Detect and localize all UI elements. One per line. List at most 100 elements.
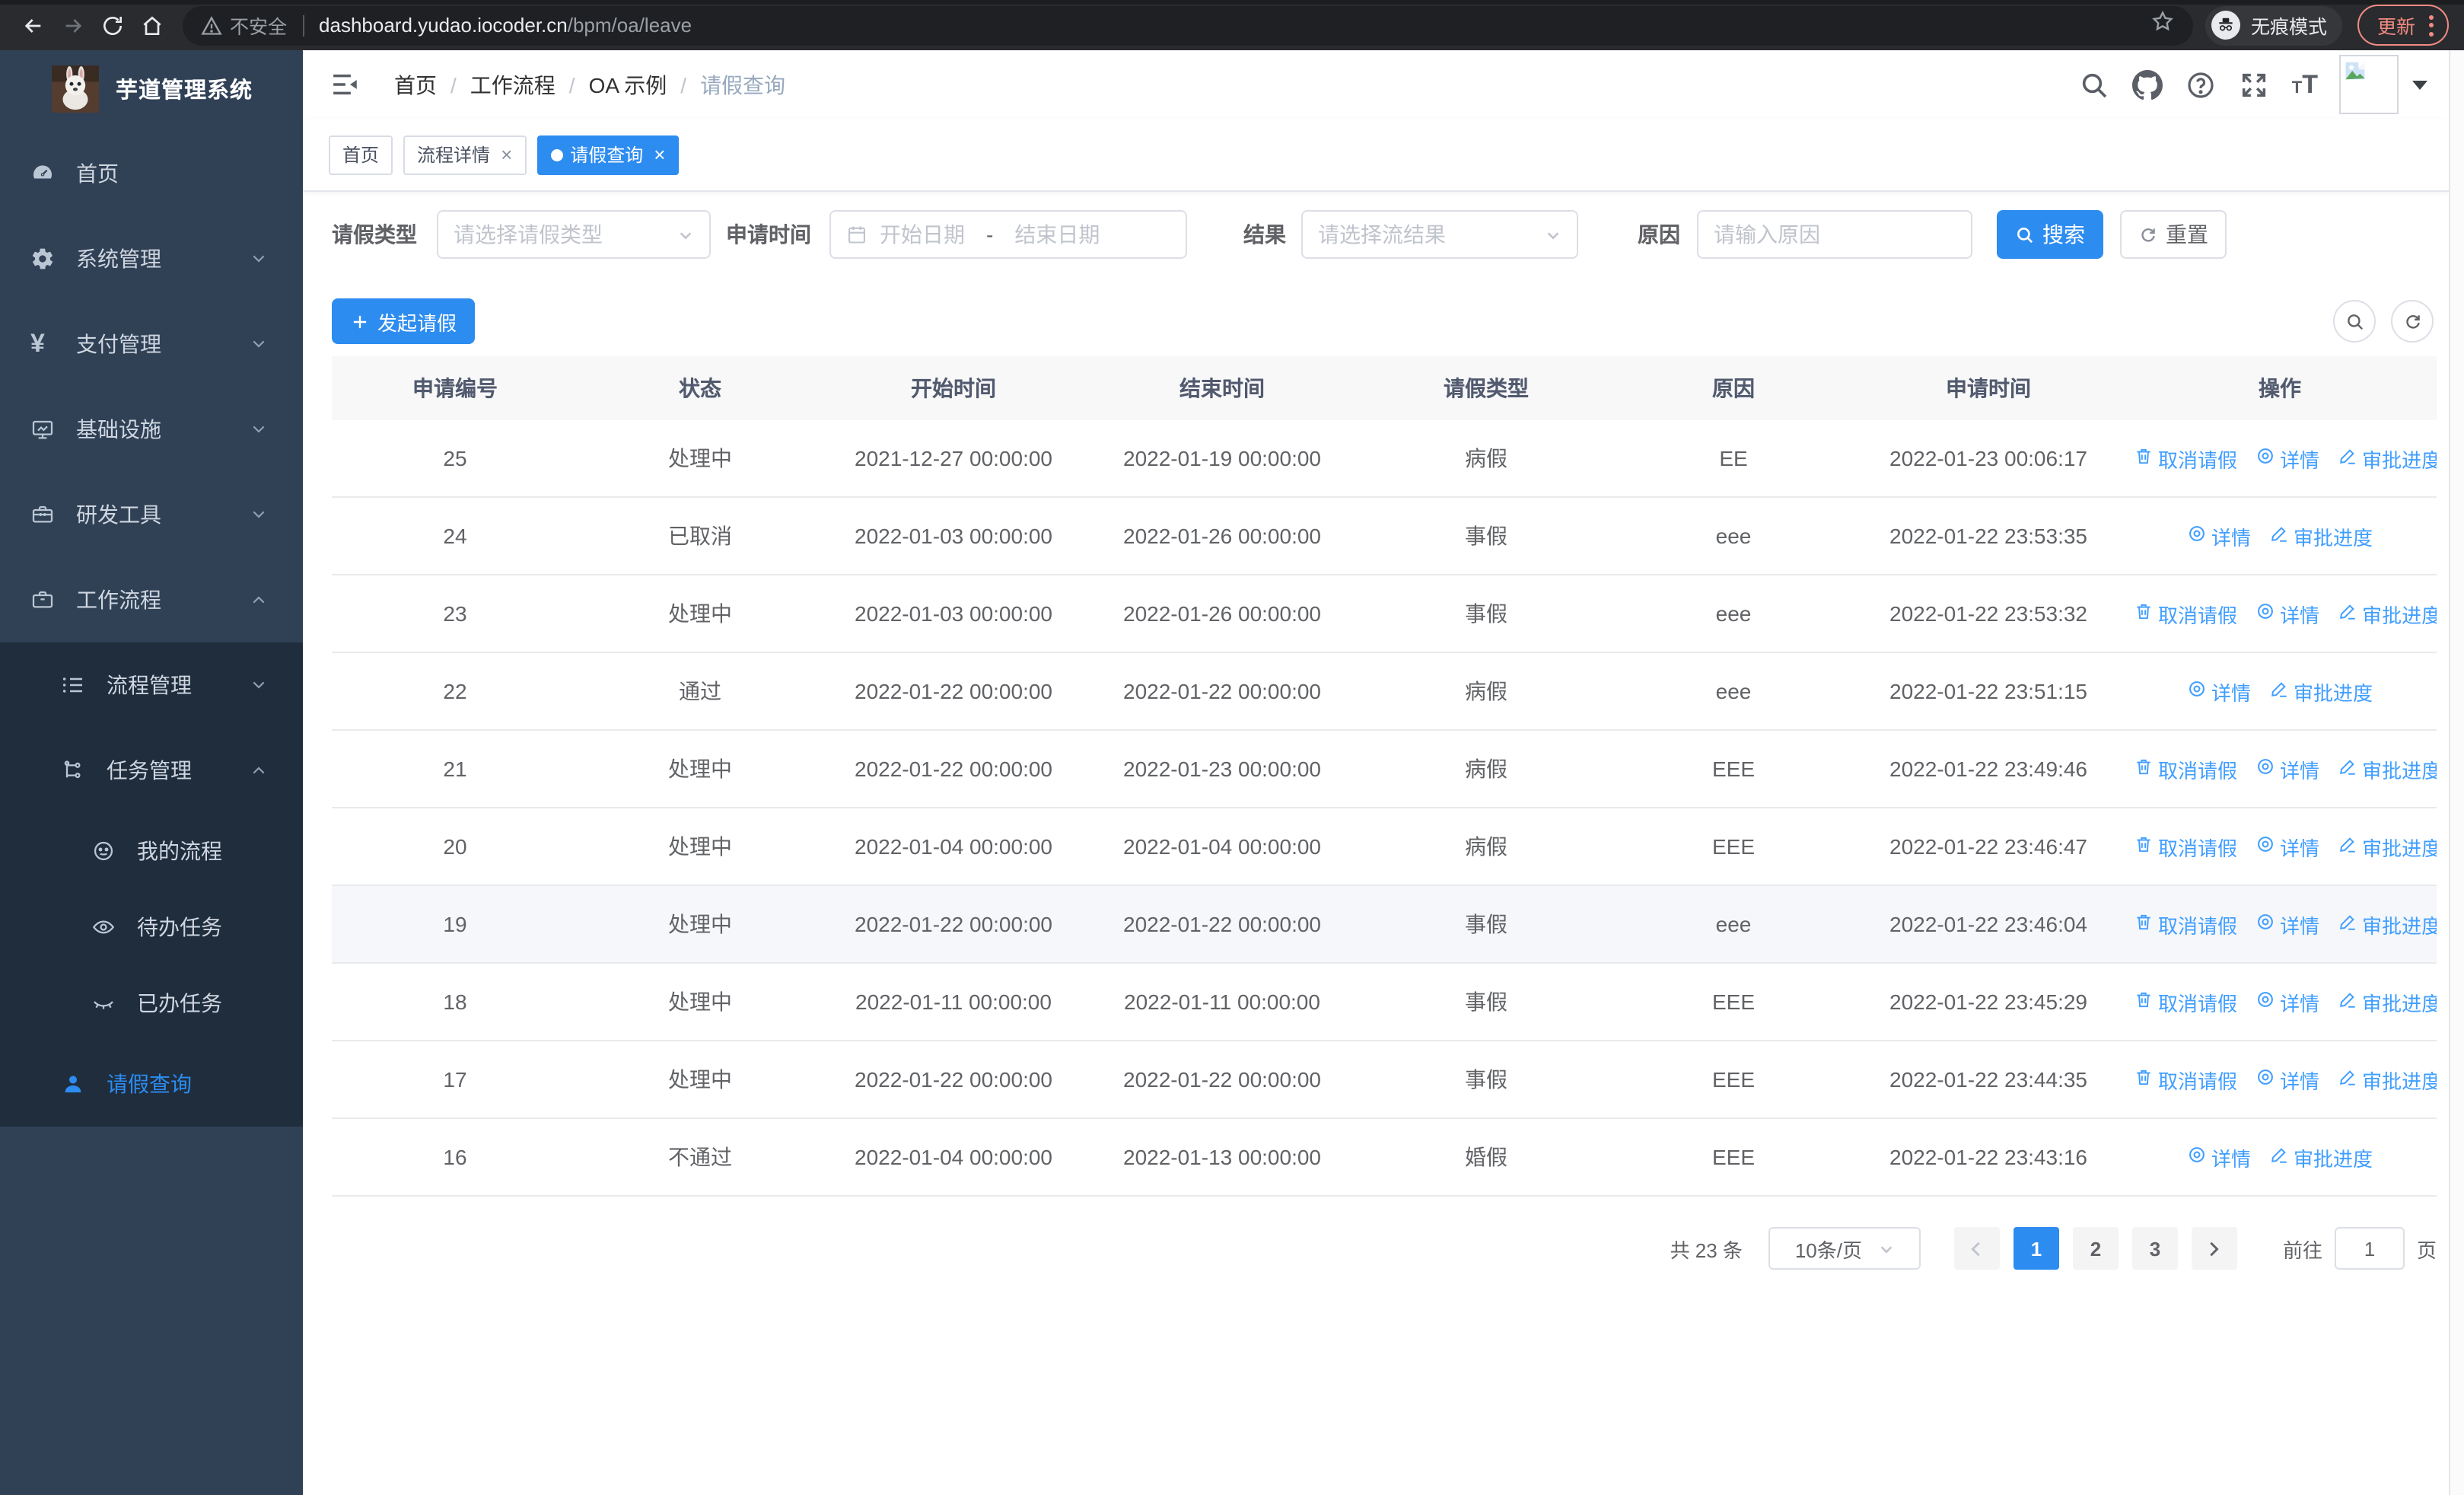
actions-cell: 取消请假 详情 审批进度 [2123, 885, 2437, 964]
column-header: 状态 [578, 356, 822, 420]
app-logo[interactable]: 芋道管理系统 [0, 50, 303, 126]
progress-link[interactable]: 审批进度 [2338, 987, 2437, 1016]
browser-update-button[interactable]: 更新 [2357, 5, 2449, 46]
gear-icon [30, 247, 55, 271]
sidebar-item-dev-tools[interactable]: 研发工具 [0, 472, 303, 557]
end-date-placeholder: 结束日期 [1014, 222, 1100, 247]
sidebar-item-process-management[interactable]: 流程管理 [0, 642, 303, 728]
bookmark-star-icon[interactable] [2150, 9, 2175, 41]
page-size-select[interactable]: 10条/页 [1768, 1227, 1921, 1270]
sidebar-item-payment-management[interactable]: ¥ 支付管理 [0, 301, 303, 387]
chevron-down-icon [251, 336, 266, 352]
progress-link[interactable]: 审批进度 [2338, 599, 2437, 628]
page-button-3[interactable]: 3 [2131, 1227, 2178, 1270]
page-button-1[interactable]: 1 [2013, 1227, 2059, 1270]
github-icon[interactable] [2131, 69, 2163, 100]
detail-link[interactable]: 详情 [2255, 754, 2319, 783]
search-button[interactable]: 搜索 [1997, 210, 2103, 259]
detail-link[interactable]: 详情 [2255, 987, 2319, 1016]
refresh-table-button[interactable] [2391, 300, 2434, 343]
table-row: 17 处理中 2022-01-22 00:00:00 2022-01-22 00:00… [332, 1041, 2437, 1119]
reset-button[interactable]: 重置 [2120, 210, 2227, 259]
sidebar-item-home[interactable]: 首页 [0, 131, 303, 216]
browser-forward-button[interactable] [55, 7, 91, 43]
sidebar-item-leave-query[interactable]: 请假查询 [0, 1041, 303, 1127]
detail-link[interactable]: 详情 [2187, 1143, 2251, 1171]
gauge-icon [30, 161, 55, 186]
table-tools [2333, 300, 2434, 343]
scrollbar[interactable] [2449, 50, 2464, 1495]
prev-page-button[interactable] [1953, 1227, 2000, 1270]
cancel-leave-link[interactable]: 取消请假 [2134, 444, 2237, 473]
progress-link[interactable]: 审批进度 [2269, 1143, 2373, 1171]
tab-close-icon[interactable]: × [501, 145, 512, 164]
cancel-leave-link[interactable]: 取消请假 [2134, 910, 2237, 939]
show-search-toggle-button[interactable] [2333, 300, 2376, 343]
sidebar-collapse-icon[interactable] [329, 69, 361, 100]
progress-link[interactable]: 审批进度 [2338, 754, 2437, 783]
tab-leave-query[interactable]: 请假查询 × [536, 135, 680, 174]
cancel-leave-link[interactable]: 取消请假 [2134, 754, 2237, 783]
font-size-icon[interactable]: TT [2292, 72, 2318, 97]
progress-link[interactable]: 审批进度 [2338, 832, 2437, 861]
sidebar-item-system-management[interactable]: 系统管理 [0, 216, 303, 301]
not-secure-icon[interactable] [201, 14, 222, 36]
eye-open-icon [91, 915, 116, 939]
sidebar-item-done-tasks[interactable]: 已办任务 [0, 965, 303, 1041]
detail-link[interactable]: 详情 [2187, 521, 2251, 550]
detail-link[interactable]: 详情 [2255, 1065, 2319, 1094]
detail-link[interactable]: 详情 [2255, 444, 2319, 473]
breadcrumb-oa-example[interactable]: OA 示例 [589, 69, 667, 100]
browser-back-button[interactable] [15, 7, 52, 43]
detail-link[interactable]: 详情 [2187, 677, 2251, 706]
progress-link[interactable]: 审批进度 [2269, 677, 2373, 706]
actions-cell: 取消请假 详情 审批进度 [2123, 730, 2437, 808]
sidebar-item-infrastructure[interactable]: 基础设施 [0, 387, 303, 472]
reason-input[interactable] [1697, 210, 1972, 259]
cancel-leave-link[interactable]: 取消请假 [2134, 832, 2237, 861]
browser-home-button[interactable] [134, 7, 170, 43]
progress-link[interactable]: 审批进度 [2269, 521, 2373, 550]
create-leave-button[interactable]: 发起请假 [332, 298, 476, 344]
breadcrumb-workflow[interactable]: 工作流程 [470, 69, 556, 100]
fullscreen-icon[interactable] [2239, 69, 2269, 100]
avatar[interactable] [2339, 55, 2399, 114]
sidebar-item-my-process[interactable]: 我的流程 [0, 813, 303, 889]
incognito-icon [2211, 11, 2240, 40]
cancel-leave-link[interactable]: 取消请假 [2134, 987, 2237, 1016]
list-tree-icon [61, 673, 85, 697]
tab-home[interactable]: 首页 [329, 135, 393, 174]
breadcrumb-home[interactable]: 首页 [394, 69, 437, 100]
help-icon[interactable] [2185, 69, 2216, 100]
actions-cell: 详情 审批进度 [2123, 1118, 2437, 1197]
tab-process-detail[interactable]: 流程详情 × [403, 135, 527, 174]
sidebar: 芋道管理系统 首页 系统管理 ¥ 支付管理 基础设施 研发工具 工作流程 流程管理 任务管理 我的… [0, 50, 303, 1495]
search-icon[interactable] [2079, 69, 2109, 100]
page-button-2[interactable]: 2 [2072, 1227, 2119, 1270]
next-page-button[interactable] [2191, 1227, 2237, 1270]
cancel-leave-link[interactable]: 取消请假 [2134, 599, 2237, 628]
cancel-leave-link[interactable]: 取消请假 [2134, 1065, 2237, 1094]
sidebar-item-workflow[interactable]: 工作流程 [0, 557, 303, 642]
progress-link[interactable]: 审批进度 [2338, 1065, 2437, 1094]
goto-page-input[interactable] [2334, 1227, 2405, 1270]
tab-close-icon[interactable]: × [654, 145, 665, 164]
detail-link[interactable]: 详情 [2255, 910, 2319, 939]
sidebar-item-todo-tasks[interactable]: 待办任务 [0, 889, 303, 965]
progress-link[interactable]: 审批进度 [2338, 910, 2437, 939]
actions-cell: 取消请假 详情 审批进度 [2123, 1041, 2437, 1119]
leave-type-select[interactable]: 请选择请假类型 [437, 210, 711, 259]
avatar-caret-icon[interactable] [2412, 80, 2427, 89]
browser-menu-icon[interactable] [2429, 14, 2434, 36]
view-icon [2255, 446, 2275, 470]
not-secure-label: 不安全 [230, 17, 288, 38]
progress-link[interactable]: 审批进度 [2338, 444, 2437, 473]
browser-reload-button[interactable] [94, 7, 131, 43]
apply-time-range-picker[interactable]: 开始日期 - 结束日期 [829, 210, 1187, 259]
trash-icon [2134, 912, 2154, 936]
detail-link[interactable]: 详情 [2255, 599, 2319, 628]
address-bar[interactable]: 不安全 dashboard.yudao.iocoder.cn/bpm/oa/le… [183, 5, 2193, 45]
detail-link[interactable]: 详情 [2255, 832, 2319, 861]
result-select[interactable]: 请选择流结果 [1301, 210, 1578, 259]
sidebar-item-task-management[interactable]: 任务管理 [0, 728, 303, 813]
